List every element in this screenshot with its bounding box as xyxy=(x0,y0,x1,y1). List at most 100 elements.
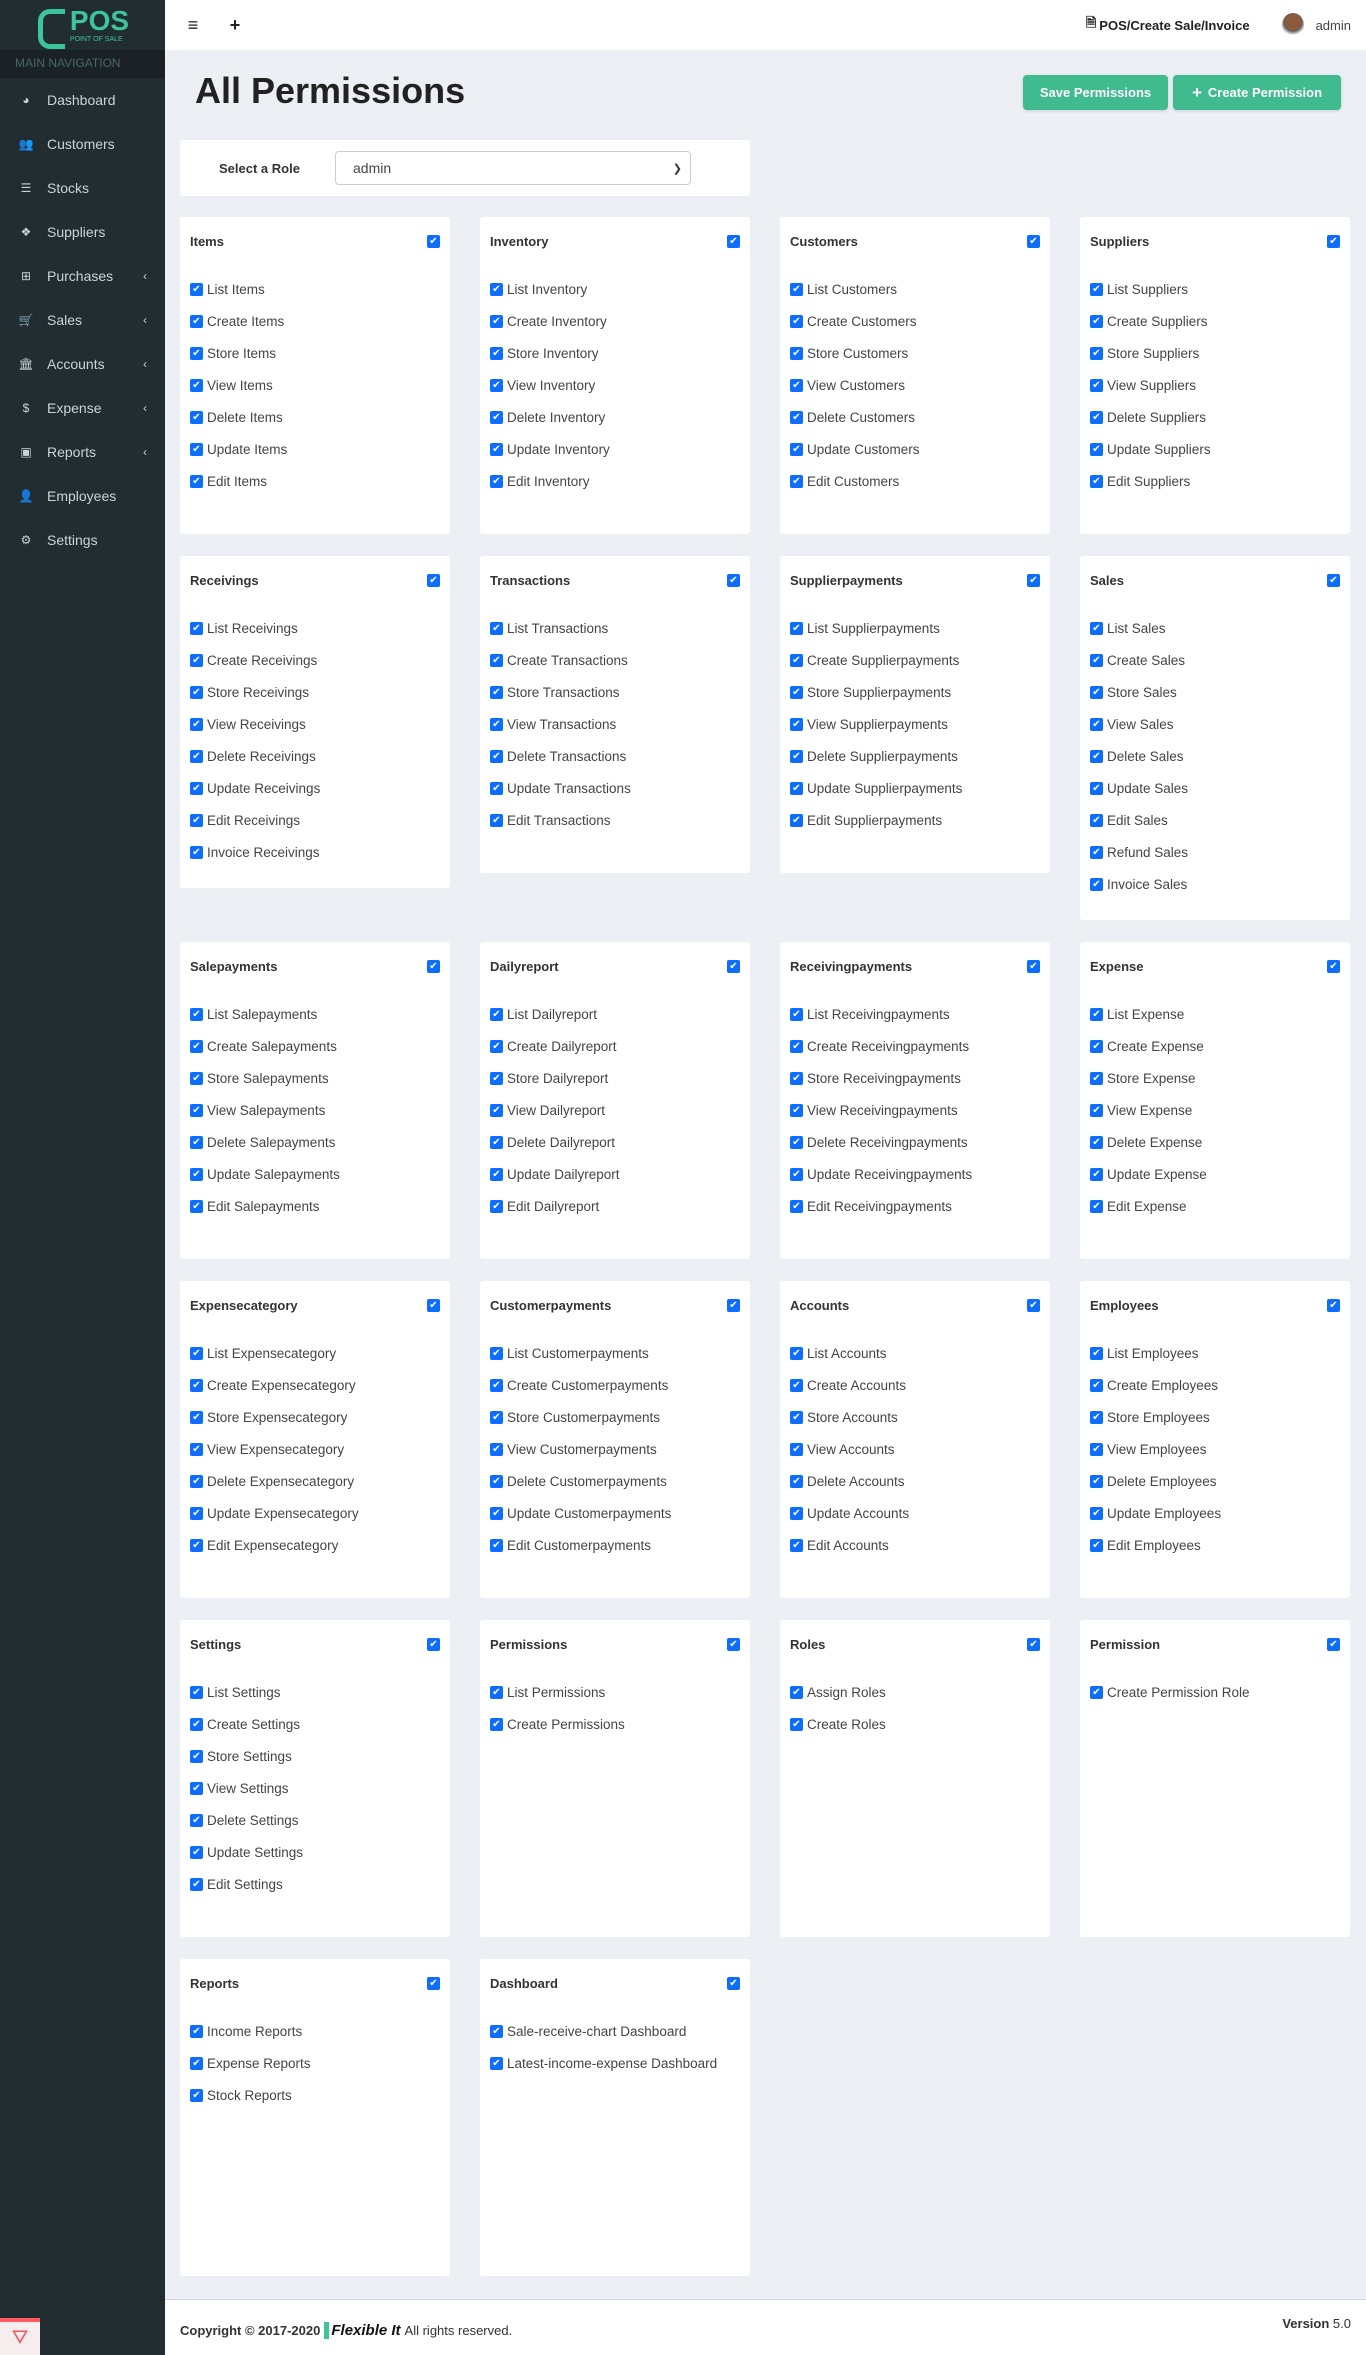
permission-item[interactable]: ✔ List Supplierpayments xyxy=(790,612,1040,644)
permission-item[interactable]: ✔ Store Inventory xyxy=(490,337,740,369)
permission-item[interactable]: ✔ Update Settings xyxy=(190,1836,440,1868)
permission-checkbox[interactable]: ✔ xyxy=(1090,282,1103,296)
permission-checkbox[interactable]: ✔ xyxy=(190,378,203,392)
permission-checkbox[interactable]: ✔ xyxy=(490,1685,503,1699)
permission-checkbox[interactable]: ✔ xyxy=(790,1442,803,1456)
permission-item[interactable]: ✔ Invoice Sales xyxy=(1090,868,1340,900)
role-select[interactable]: admin ❯ xyxy=(335,151,691,185)
permission-item[interactable]: ✔ List Transactions xyxy=(490,612,740,644)
avatar[interactable] xyxy=(1281,13,1304,37)
select-all-checkbox[interactable]: ✔ xyxy=(1027,1637,1040,1651)
permission-item[interactable]: ✔ View Sales xyxy=(1090,708,1340,740)
permission-checkbox[interactable]: ✔ xyxy=(190,1781,203,1795)
permission-checkbox[interactable]: ✔ xyxy=(790,1007,803,1021)
permission-item[interactable]: ✔ Update Accounts xyxy=(790,1497,1040,1529)
permission-checkbox[interactable]: ✔ xyxy=(1090,1442,1103,1456)
permission-checkbox[interactable]: ✔ xyxy=(490,1410,503,1424)
sidebar-item-stocks[interactable]: ☰ Stocks xyxy=(0,166,165,210)
permission-checkbox[interactable]: ✔ xyxy=(790,1410,803,1424)
permission-item[interactable]: ✔ Create Receivingpayments xyxy=(790,1030,1040,1062)
permission-checkbox[interactable]: ✔ xyxy=(790,282,803,296)
permission-checkbox[interactable]: ✔ xyxy=(490,378,503,392)
select-all-checkbox[interactable]: ✔ xyxy=(1027,234,1040,248)
permission-item[interactable]: ✔ Create Settings xyxy=(190,1708,440,1740)
permission-item[interactable]: ✔ Create Transactions xyxy=(490,644,740,676)
permission-item[interactable]: ✔ Update Employees xyxy=(1090,1497,1340,1529)
permission-item[interactable]: ✔ Update Sales xyxy=(1090,772,1340,804)
permission-checkbox[interactable]: ✔ xyxy=(190,1103,203,1117)
select-all-checkbox[interactable]: ✔ xyxy=(427,1298,440,1312)
permission-checkbox[interactable]: ✔ xyxy=(190,621,203,635)
permission-checkbox[interactable]: ✔ xyxy=(190,1007,203,1021)
permission-checkbox[interactable]: ✔ xyxy=(790,1199,803,1213)
permission-item[interactable]: ✔ List Sales xyxy=(1090,612,1340,644)
permission-item[interactable]: ✔ View Receivingpayments xyxy=(790,1094,1040,1126)
permission-item[interactable]: ✔ List Customerpayments xyxy=(490,1337,740,1369)
permission-checkbox[interactable]: ✔ xyxy=(1090,474,1103,488)
permission-item[interactable]: ✔ Delete Dailyreport xyxy=(490,1126,740,1158)
select-all-checkbox[interactable]: ✔ xyxy=(1327,1298,1340,1312)
plus-icon[interactable]: + xyxy=(221,15,249,36)
permission-item[interactable]: ✔ List Receivingpayments xyxy=(790,998,1040,1030)
permission-item[interactable]: ✔ Edit Suppliers xyxy=(1090,465,1340,497)
permission-item[interactable]: ✔ List Receivings xyxy=(190,612,440,644)
permission-checkbox[interactable]: ✔ xyxy=(490,1506,503,1520)
permission-checkbox[interactable]: ✔ xyxy=(190,1538,203,1552)
permission-item[interactable]: ✔ Edit Items xyxy=(190,465,440,497)
permission-checkbox[interactable]: ✔ xyxy=(1090,653,1103,667)
permission-checkbox[interactable]: ✔ xyxy=(490,282,503,296)
permission-checkbox[interactable]: ✔ xyxy=(1090,1007,1103,1021)
permission-checkbox[interactable]: ✔ xyxy=(190,1749,203,1763)
sidebar-item-suppliers[interactable]: ❖ Suppliers xyxy=(0,210,165,254)
permission-item[interactable]: ✔ Edit Expensecategory xyxy=(190,1529,440,1561)
permission-item[interactable]: ✔ List Salepayments xyxy=(190,998,440,1030)
permission-item[interactable]: ✔ Create Customers xyxy=(790,305,1040,337)
permission-checkbox[interactable]: ✔ xyxy=(790,1378,803,1392)
permission-checkbox[interactable]: ✔ xyxy=(490,2056,503,2070)
permission-checkbox[interactable]: ✔ xyxy=(790,1506,803,1520)
permission-item[interactable]: ✔ Store Customerpayments xyxy=(490,1401,740,1433)
permission-checkbox[interactable]: ✔ xyxy=(490,1346,503,1360)
permission-item[interactable]: ✔ View Supplierpayments xyxy=(790,708,1040,740)
permission-checkbox[interactable]: ✔ xyxy=(190,1813,203,1827)
select-all-checkbox[interactable]: ✔ xyxy=(727,959,740,973)
select-all-checkbox[interactable]: ✔ xyxy=(727,1637,740,1651)
permission-item[interactable]: ✔ Delete Salepayments xyxy=(190,1126,440,1158)
permission-item[interactable]: ✔ Create Salepayments xyxy=(190,1030,440,1062)
permission-item[interactable]: ✔ Store Transactions xyxy=(490,676,740,708)
permission-checkbox[interactable]: ✔ xyxy=(790,474,803,488)
laravel-icon[interactable]: ⛛ xyxy=(0,2318,40,2355)
permission-checkbox[interactable]: ✔ xyxy=(490,1378,503,1392)
select-all-checkbox[interactable]: ✔ xyxy=(1027,959,1040,973)
permission-item[interactable]: ✔ Delete Expensecategory xyxy=(190,1465,440,1497)
permission-checkbox[interactable]: ✔ xyxy=(190,653,203,667)
sidebar-item-sales[interactable]: 🛒 Sales ‹ xyxy=(0,298,165,342)
permission-item[interactable]: ✔ Create Accounts xyxy=(790,1369,1040,1401)
select-all-checkbox[interactable]: ✔ xyxy=(1027,573,1040,587)
permission-item[interactable]: ✔ Delete Receivingpayments xyxy=(790,1126,1040,1158)
permission-item[interactable]: ✔ Store Suppliers xyxy=(1090,337,1340,369)
permission-checkbox[interactable]: ✔ xyxy=(190,717,203,731)
permission-checkbox[interactable]: ✔ xyxy=(490,346,503,360)
pos-create-sale-link[interactable]: 🗎 POS/Create Sale/Invoice xyxy=(1086,14,1250,36)
permission-item[interactable]: ✔ Store Receivingpayments xyxy=(790,1062,1040,1094)
permission-checkbox[interactable]: ✔ xyxy=(790,653,803,667)
permission-checkbox[interactable]: ✔ xyxy=(790,813,803,827)
permission-item[interactable]: ✔ Sale-receive-chart Dashboard xyxy=(490,2015,740,2047)
logo[interactable]: POS POINT OF SALE xyxy=(0,0,165,50)
permission-item[interactable]: ✔ List Settings xyxy=(190,1676,440,1708)
permission-checkbox[interactable]: ✔ xyxy=(790,621,803,635)
permission-item[interactable]: ✔ Edit Settings xyxy=(190,1868,440,1900)
permission-checkbox[interactable]: ✔ xyxy=(190,346,203,360)
permission-item[interactable]: ✔ Income Reports xyxy=(190,2015,440,2047)
permission-item[interactable]: ✔ Create Expensecategory xyxy=(190,1369,440,1401)
permission-item[interactable]: ✔ Invoice Receivings xyxy=(190,836,440,868)
sidebar-item-reports[interactable]: ▣ Reports ‹ xyxy=(0,430,165,474)
permission-item[interactable]: ✔ Delete Expense xyxy=(1090,1126,1340,1158)
permission-checkbox[interactable]: ✔ xyxy=(790,1071,803,1085)
permission-item[interactable]: ✔ Delete Customerpayments xyxy=(490,1465,740,1497)
permission-checkbox[interactable]: ✔ xyxy=(790,1685,803,1699)
permission-checkbox[interactable]: ✔ xyxy=(190,1199,203,1213)
permission-item[interactable]: ✔ List Inventory xyxy=(490,273,740,305)
permission-checkbox[interactable]: ✔ xyxy=(1090,442,1103,456)
